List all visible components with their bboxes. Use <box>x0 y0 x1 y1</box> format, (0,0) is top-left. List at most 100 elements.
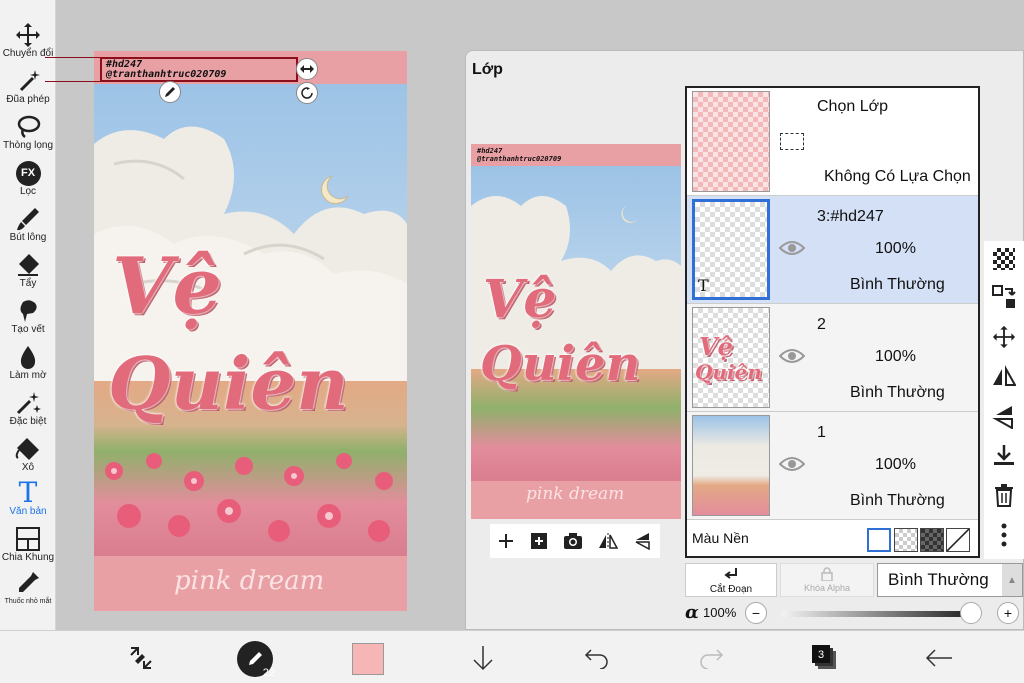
opacity-slider-knob[interactable] <box>960 602 982 624</box>
tool-frame-divider[interactable]: Chia Khung <box>0 526 56 570</box>
redo-glyph <box>700 649 724 669</box>
layer-panel: Lớp #hd247 @tranthanhtruc020709 Vệ Quiên… <box>465 50 1024 630</box>
tool-eyedropper[interactable]: Thuốc nhỏ mắt <box>0 570 56 614</box>
bg-dark-swatch[interactable] <box>920 528 944 552</box>
back-arrow-icon[interactable] <box>922 641 956 675</box>
current-color-swatch[interactable] <box>352 643 384 675</box>
merge-down-glyph <box>994 445 1014 465</box>
undo-icon[interactable] <box>580 641 614 675</box>
layer-action-bar <box>490 524 660 558</box>
text-icon: T <box>14 476 42 509</box>
move-layer-icon[interactable] <box>990 323 1018 351</box>
layers-stack-icon <box>812 645 836 669</box>
add-layer-icon[interactable] <box>497 532 515 550</box>
tool-blur[interactable]: Làm mờ <box>0 344 56 388</box>
checker-pattern-icon[interactable] <box>990 245 1018 273</box>
tool-lasso[interactable]: Thòng lọng <box>0 114 56 158</box>
transform-glyph <box>130 647 152 669</box>
layer-blend-mode: Bình Thường <box>850 276 945 293</box>
blur-icon <box>14 344 42 370</box>
layer-list: Chọn Lớp Không Có Lựa Chọn T 3:#hd247 10… <box>685 86 980 558</box>
layer-opacity: 100% <box>875 240 916 257</box>
tool-label: Xô <box>21 462 35 473</box>
tool-label: Đũa phép <box>6 94 50 105</box>
transfer-layer-icon[interactable] <box>990 283 1018 311</box>
edit-text-handle[interactable] <box>159 81 181 103</box>
camera-icon[interactable] <box>563 532 583 550</box>
fx-badge: FX <box>15 160 41 186</box>
tool-bucket[interactable]: Xô <box>0 436 56 480</box>
redo-icon[interactable] <box>694 641 728 675</box>
flip-vertical-icon[interactable] <box>633 532 653 550</box>
down-arrow-icon[interactable] <box>466 641 500 675</box>
text-icon-glyph: T <box>18 476 38 509</box>
rotate-handle[interactable] <box>296 82 318 104</box>
transfer-glyph <box>992 285 1016 308</box>
duplicate-layer-icon[interactable] <box>530 532 548 550</box>
tool-text[interactable]: T Văn bản <box>0 476 56 524</box>
text-selection-box[interactable]: #hd247 @tranthanhtruc020709 <box>100 57 298 82</box>
opacity-slider-track[interactable] <box>781 611 971 617</box>
preview-title-line2: Quiên <box>480 336 641 392</box>
layer-thumbnail: Vệ Quiên <box>692 307 770 408</box>
text-layer-marker: T <box>698 276 709 295</box>
selection-layer-row[interactable]: Chọn Lớp Không Có Lựa Chọn <box>687 88 978 196</box>
tool-eraser[interactable]: Tẩy <box>0 252 56 296</box>
flip-layer-vertical-icon[interactable] <box>990 403 1018 431</box>
visibility-eye-icon[interactable] <box>779 239 805 257</box>
alpha-lock-button[interactable]: Khóa Alpha <box>780 563 874 597</box>
layer-blend-mode: Bình Thường <box>850 384 945 401</box>
selection-layer-thumbnail <box>692 91 770 192</box>
layer-name: 1 <box>817 424 826 441</box>
horizontal-arrows-icon <box>300 65 314 73</box>
visibility-eye-icon[interactable] <box>779 347 805 365</box>
magic-wand-icon <box>14 68 42 94</box>
artwork-canvas[interactable]: Vệ Quiên pink dream <box>94 51 407 611</box>
preview-watermark-line2: @tranthanhtruc020709 <box>477 155 562 163</box>
resize-handle[interactable] <box>296 58 318 80</box>
clipping-label: Cắt Đoạn <box>709 584 753 595</box>
merge-down-icon[interactable] <box>990 441 1018 469</box>
move-icon <box>14 22 42 48</box>
artwork-flowers <box>105 453 393 542</box>
layer-row[interactable]: 1 100% Bình Thường <box>687 412 978 520</box>
opacity-row: α 100% − + <box>685 601 1023 625</box>
flip-h-glyph <box>993 365 1016 386</box>
artwork-subtitle: pink dream <box>174 566 325 596</box>
layers-button[interactable]: 3 <box>808 641 842 675</box>
tool-label: Chia Khung <box>1 552 55 563</box>
panel-title: Lớp <box>472 61 503 78</box>
opacity-decrease-button[interactable]: − <box>745 602 767 624</box>
tool-brush[interactable]: Bút lông <box>0 206 56 250</box>
alpha-lock-label: Khóa Alpha <box>803 583 851 593</box>
brush-size-button[interactable]: 22 <box>237 641 275 679</box>
layer-row[interactable]: T 3:#hd247 100% Bình Thường <box>687 196 978 304</box>
preview-title-line1: Vệ <box>483 269 557 330</box>
undo-glyph <box>584 649 608 669</box>
alpha-symbol: α <box>685 602 699 623</box>
bg-transparent-swatch[interactable] <box>894 528 918 552</box>
tool-filter[interactable]: FX Lọc <box>0 160 56 204</box>
layer-opacity: 100% <box>875 456 916 473</box>
opacity-value: 100% <box>703 605 737 620</box>
flip-layer-horizontal-icon[interactable] <box>990 363 1018 391</box>
tool-label: Tạo vết <box>11 324 45 335</box>
quick-transform-icon[interactable] <box>124 641 158 675</box>
lock-icon <box>821 567 833 582</box>
bg-white-swatch[interactable] <box>867 528 891 552</box>
tool-canvas[interactable] <box>0 614 56 630</box>
delete-layer-icon[interactable] <box>990 481 1018 509</box>
tool-smudge[interactable]: Tạo vết <box>0 298 56 342</box>
fx-icon: FX <box>14 160 42 186</box>
tool-special[interactable]: Đặc biệt <box>0 390 56 434</box>
layer-row[interactable]: Vệ Quiên 2 100% Bình Thường <box>687 304 978 412</box>
blend-mode-select[interactable]: Bình Thường ▲ <box>877 563 1023 597</box>
artwork-title-line1: Vệ <box>112 241 223 332</box>
more-options-icon[interactable] <box>990 521 1018 549</box>
tool-label: Thòng lọng <box>2 140 54 151</box>
bg-none-swatch[interactable] <box>946 528 970 552</box>
visibility-eye-icon[interactable] <box>779 455 805 473</box>
opacity-increase-button[interactable]: + <box>997 602 1019 624</box>
clipping-button[interactable]: Cắt Đoạn <box>685 563 777 597</box>
flip-horizontal-icon[interactable] <box>598 532 618 550</box>
